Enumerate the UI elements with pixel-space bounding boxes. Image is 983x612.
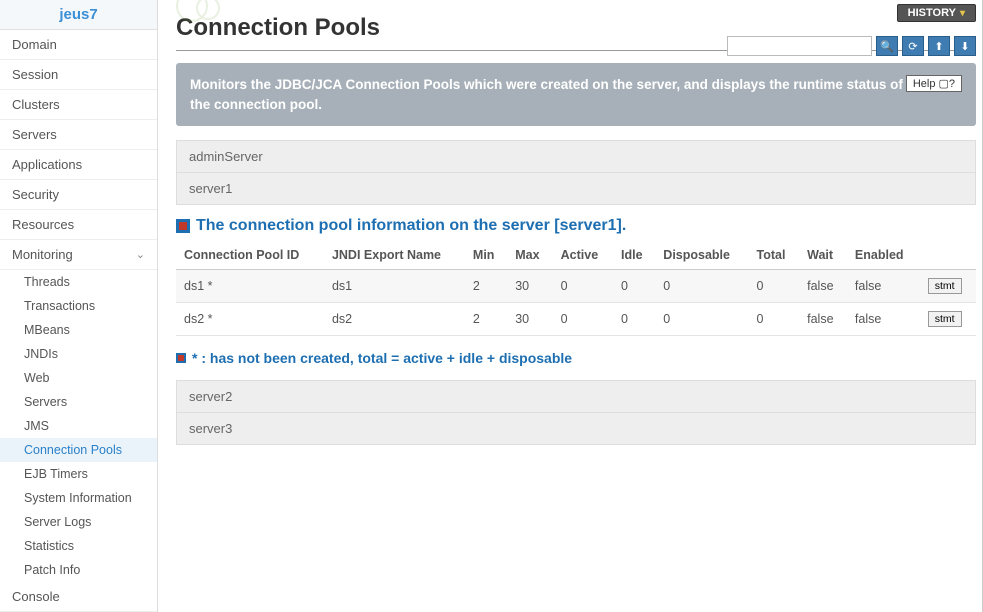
nav-group: Domain Session Clusters Servers Applicat… [0, 30, 157, 612]
footnote-marker-icon [176, 353, 186, 363]
sidebar-item-resources[interactable]: Resources [0, 210, 157, 240]
sidebar-sub-web[interactable]: Web [0, 366, 157, 390]
cell-enabled: false [847, 270, 920, 303]
col-actions [920, 241, 976, 270]
help-label: Help [913, 78, 936, 90]
sidebar-sub-servers[interactable]: Servers [0, 390, 157, 414]
cell-id: ds1 * [176, 270, 324, 303]
col-total: Total [748, 241, 799, 270]
cell-jndi: ds2 [324, 303, 465, 336]
main-area: HISTORY ▾ 🔍 ⟳ ⬆ ⬇ Connection Pools Monit… [158, 0, 982, 612]
col-connection-pool-id: Connection Pool ID [176, 241, 324, 270]
footnote: * : has not been created, total = active… [176, 350, 976, 366]
info-banner: Monitors the JDBC/JCA Connection Pools w… [176, 63, 976, 126]
sidebar-sub-statistics[interactable]: Statistics [0, 534, 157, 558]
cell-idle: 0 [613, 270, 655, 303]
help-icon: ▢? [938, 77, 955, 90]
import-icon[interactable]: ⬇ [954, 36, 976, 56]
cell-min: 2 [465, 303, 507, 336]
section-title-text: The connection pool information on the s… [196, 217, 626, 235]
brand-label: jeus7 [59, 6, 97, 23]
col-max: Max [507, 241, 552, 270]
col-enabled: Enabled [847, 241, 920, 270]
stmt-button[interactable]: stmt [928, 278, 962, 294]
sidebar-sub-mbeans[interactable]: MBeans [0, 318, 157, 342]
cell-wait: false [799, 270, 847, 303]
sidebar-item-clusters[interactable]: Clusters [0, 90, 157, 120]
sidebar-sub-patch-info[interactable]: Patch Info [0, 558, 157, 582]
cell-total: 0 [748, 270, 799, 303]
server-header-server2[interactable]: server2 [176, 380, 976, 413]
sidebar-sub-server-logs[interactable]: Server Logs [0, 510, 157, 534]
topbar: HISTORY ▾ [897, 4, 976, 22]
cell-jndi: ds1 [324, 270, 465, 303]
sidebar-sub-jndis[interactable]: JNDIs [0, 342, 157, 366]
export-xml-icon[interactable]: ⬆ [928, 36, 950, 56]
cell-disposable: 0 [655, 270, 748, 303]
search-input[interactable] [727, 36, 872, 56]
server-header-adminserver[interactable]: adminServer [176, 140, 976, 173]
section-title: The connection pool information on the s… [176, 217, 976, 235]
server-header-server1[interactable]: server1 [176, 173, 976, 205]
server-list: adminServer server1 [176, 140, 976, 205]
help-button[interactable]: Help ▢? [906, 75, 962, 92]
sidebar-sub-connection-pools[interactable]: Connection Pools [0, 438, 157, 462]
sidebar-sub-transactions[interactable]: Transactions [0, 294, 157, 318]
cell-total: 0 [748, 303, 799, 336]
decorative-circles-icon [176, 0, 236, 30]
sidebar-item-console[interactable]: Console [0, 582, 157, 612]
server-header-server3[interactable]: server3 [176, 413, 976, 445]
cell-id: ds2 * [176, 303, 324, 336]
chevron-down-icon: ▾ [960, 8, 965, 19]
server-list-bottom: server2 server3 [176, 380, 976, 445]
sidebar-sub-threads[interactable]: Threads [0, 270, 157, 294]
col-jndi: JNDI Export Name [324, 241, 465, 270]
footnote-text: * : has not been created, total = active… [192, 350, 572, 366]
sidebar-item-applications[interactable]: Applications [0, 150, 157, 180]
search-icon[interactable]: 🔍 [876, 36, 898, 56]
connection-pools-table: Connection Pool ID JNDI Export Name Min … [176, 241, 976, 336]
cell-enabled: false [847, 303, 920, 336]
col-wait: Wait [799, 241, 847, 270]
history-label: HISTORY [908, 7, 956, 19]
chevron-down-icon: ⌄ [136, 248, 145, 261]
refresh-icon[interactable]: ⟳ [902, 36, 924, 56]
sidebar-sub-ejb-timers[interactable]: EJB Timers [0, 462, 157, 486]
sidebar-item-session[interactable]: Session [0, 60, 157, 90]
col-disposable: Disposable [655, 241, 748, 270]
search-toolbar: 🔍 ⟳ ⬆ ⬇ [727, 36, 976, 56]
sidebar-item-domain[interactable]: Domain [0, 30, 157, 60]
cell-max: 30 [507, 303, 552, 336]
stmt-button[interactable]: stmt [928, 311, 962, 327]
cell-active: 0 [553, 270, 613, 303]
cell-disposable: 0 [655, 303, 748, 336]
sidebar-item-monitoring[interactable]: Monitoring ⌄ [0, 240, 157, 270]
table-row: ds1 * ds1 2 30 0 0 0 0 false false stmt [176, 270, 976, 303]
cell-idle: 0 [613, 303, 655, 336]
table-header-row: Connection Pool ID JNDI Export Name Min … [176, 241, 976, 270]
brand-box: jeus7 [0, 0, 157, 30]
cell-max: 30 [507, 270, 552, 303]
col-idle: Idle [613, 241, 655, 270]
col-active: Active [553, 241, 613, 270]
table-row: ds2 * ds2 2 30 0 0 0 0 false false stmt [176, 303, 976, 336]
sidebar-item-servers[interactable]: Servers [0, 120, 157, 150]
info-banner-text: Monitors the JDBC/JCA Connection Pools w… [190, 75, 906, 114]
cell-active: 0 [553, 303, 613, 336]
sidebar-sub-jms[interactable]: JMS [0, 414, 157, 438]
monitoring-subnav: Threads Transactions MBeans JNDIs Web Se… [0, 270, 157, 582]
sidebar-sub-system-info[interactable]: System Information [0, 486, 157, 510]
cell-min: 2 [465, 270, 507, 303]
history-button[interactable]: HISTORY ▾ [897, 4, 976, 22]
sidebar-item-monitoring-label: Monitoring [12, 247, 73, 262]
col-min: Min [465, 241, 507, 270]
section-marker-icon [176, 219, 190, 233]
sidebar: jeus7 Domain Session Clusters Servers Ap… [0, 0, 158, 612]
sidebar-item-security[interactable]: Security [0, 180, 157, 210]
cell-wait: false [799, 303, 847, 336]
